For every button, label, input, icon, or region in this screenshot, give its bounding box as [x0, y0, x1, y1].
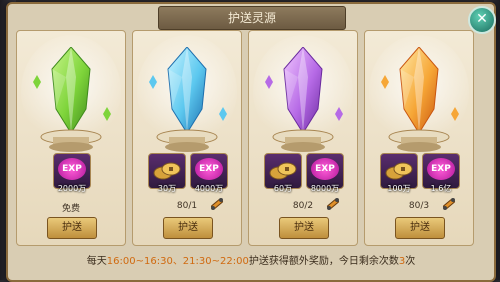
shard-icon — [103, 107, 111, 121]
purple-crystal-icon — [283, 47, 323, 133]
escort-token-icon — [443, 198, 455, 210]
footer-time: 16:00~16:30、21:30~22:00 — [106, 256, 249, 267]
exp-icon: EXP — [311, 158, 339, 180]
exp-reward-slot[interactable]: EXP 4000万 — [190, 153, 228, 193]
close-icon: ✕ — [476, 11, 488, 27]
exp-reward-slot[interactable]: EXP 1.6亿 — [422, 153, 460, 193]
orange-crystal-icon — [399, 47, 439, 133]
reward-row: EXP 2000万 — [17, 153, 125, 193]
shard-icon — [381, 75, 389, 89]
footer-text-1: 每天 — [86, 256, 107, 267]
reward-quantity: 8000万 — [310, 184, 340, 193]
exp-icon: EXP — [427, 158, 455, 180]
shard-icon — [149, 75, 157, 89]
reward-row: 30万 EXP 4000万 — [133, 153, 241, 193]
reward-row: 100万 EXP 1.6亿 — [365, 153, 473, 193]
footer-note: 每天16:00~16:30、21:30~22:00护送获得额外奖励，今日剩余次数… — [8, 252, 494, 267]
exp-icon: EXP — [195, 158, 223, 180]
reward-quantity: 1.6亿 — [430, 184, 452, 193]
exp-reward-slot[interactable]: EXP 2000万 — [53, 153, 91, 193]
pedestal-icon — [388, 129, 450, 152]
escort-button[interactable]: 护送 — [47, 217, 97, 239]
blue-crystal-icon — [167, 47, 207, 133]
escort-dialog: 护送灵源 ✕ EXP 2000万 免费 护送 30万 EXP 4000万 80/… — [6, 2, 496, 282]
pedestal-icon — [40, 129, 102, 152]
coin-reward-slot[interactable]: 30万 — [148, 153, 186, 193]
footer-text-3: 次 — [405, 256, 416, 267]
pedestal-icon — [156, 129, 218, 152]
escort-button[interactable]: 护送 — [279, 217, 329, 239]
dialog-title: 护送灵源 — [158, 6, 346, 30]
escort-card-green: EXP 2000万免费护送 — [16, 30, 126, 246]
shard-icon — [265, 75, 273, 89]
green-crystal-icon — [51, 47, 91, 133]
escort-button[interactable]: 护送 — [163, 217, 213, 239]
shard-icon — [33, 75, 41, 89]
escort-card-purple: 60万 EXP 8000万 80/2 护送 — [248, 30, 358, 246]
pedestal-icon — [272, 129, 334, 152]
reward-quantity: 2000万 — [57, 184, 87, 193]
escort-count: 免费 — [61, 204, 80, 214]
reward-row: 60万 EXP 8000万 — [249, 153, 357, 193]
exp-reward-slot[interactable]: EXP 8000万 — [306, 153, 344, 193]
reward-quantity: 4000万 — [194, 184, 224, 193]
reward-quantity: 30万 — [157, 184, 177, 193]
coin-icon — [385, 162, 413, 180]
coin-reward-slot[interactable]: 60万 — [264, 153, 302, 193]
coin-icon — [153, 162, 181, 180]
shard-icon — [451, 107, 459, 121]
shard-icon — [219, 107, 227, 121]
coin-icon — [269, 162, 297, 180]
footer-text-2: 护送获得额外奖励，今日剩余次数 — [248, 256, 399, 267]
coin-reward-slot[interactable]: 100万 — [380, 153, 418, 193]
escort-card-blue: 30万 EXP 4000万 80/1 护送 — [132, 30, 242, 246]
escort-card-orange: 100万 EXP 1.6亿 80/3 护送 — [364, 30, 474, 246]
reward-quantity: 100万 — [387, 184, 411, 193]
escort-token-icon — [327, 198, 339, 210]
exp-icon: EXP — [58, 158, 86, 180]
escort-button[interactable]: 护送 — [395, 217, 445, 239]
shard-icon — [335, 107, 343, 121]
escort-token-icon — [211, 198, 223, 210]
reward-quantity: 60万 — [273, 184, 293, 193]
